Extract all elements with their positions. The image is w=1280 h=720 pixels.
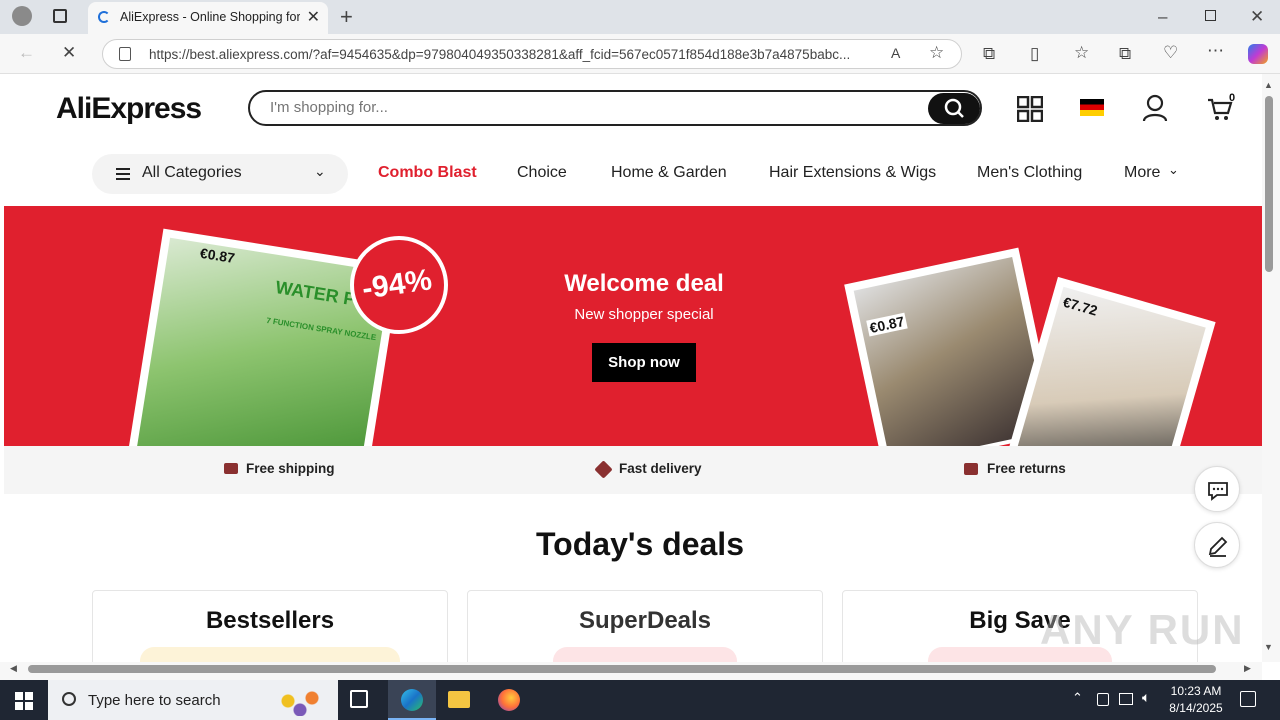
nav-more[interactable]: More xyxy=(1124,164,1160,182)
all-categories-label: All Categories xyxy=(142,164,242,181)
system-clock[interactable]: 10:23 AM 8/14/2025 xyxy=(1160,683,1232,717)
tab-title: AliExpress - Online Shopping for Popular… xyxy=(120,10,300,24)
scroll-up-icon[interactable]: ▲ xyxy=(1264,80,1273,90)
restore-icon[interactable] xyxy=(1205,10,1216,21)
minimize-icon[interactable]: – xyxy=(1158,8,1167,25)
windows-start-icon[interactable] xyxy=(15,692,33,710)
clock-time: 10:23 AM xyxy=(1170,684,1222,698)
favorites-icon[interactable]: ☆ xyxy=(1074,44,1089,61)
extensions-icon[interactable]: ⧉ xyxy=(983,45,995,62)
nav-mens-clothing[interactable]: Men's Clothing xyxy=(977,164,1082,182)
taskbar-search-box[interactable]: Type here to search xyxy=(48,680,338,720)
tab-actions-icon[interactable] xyxy=(53,9,67,23)
horizontal-scroll-thumb[interactable] xyxy=(28,665,1216,673)
scroll-left-icon[interactable]: ◀ xyxy=(10,663,17,674)
aliexpress-logo[interactable]: AliExpress xyxy=(56,92,202,126)
clock-date: 8/14/2025 xyxy=(1169,701,1223,715)
nav-choice[interactable]: Choice xyxy=(517,164,567,182)
file-explorer-icon[interactable] xyxy=(448,691,470,708)
tray-device-icon[interactable] xyxy=(1097,693,1109,706)
taskbar-search-placeholder: Type here to search xyxy=(88,692,221,709)
search-box[interactable] xyxy=(248,90,982,126)
more-chevron-icon: ⌄ xyxy=(1168,162,1179,177)
web-page: AliExpress 0 All Categories ⌄ Combo Blas… xyxy=(4,74,1262,662)
free-shipping-label: Free shipping xyxy=(246,461,335,476)
welcome-deal-banner[interactable]: WATER P 7 FUNCTION SPRAY NOZZLE €0.87 -9… xyxy=(4,206,1262,446)
chat-button[interactable] xyxy=(1194,466,1240,512)
all-categories-button[interactable]: All Categories ⌄ xyxy=(92,154,348,194)
chevron-down-icon: ⌄ xyxy=(314,163,326,179)
nav-combo-blast[interactable]: Combo Blast xyxy=(378,164,477,182)
search-highlight-flowers-icon xyxy=(270,686,330,716)
free-returns-label: Free returns xyxy=(987,461,1066,476)
superdeals-card[interactable]: SuperDeals xyxy=(467,590,823,662)
superdeals-pill[interactable] xyxy=(553,647,737,662)
account-icon[interactable] xyxy=(1142,94,1168,122)
profile-icon[interactable] xyxy=(12,6,32,26)
cart-count-badge: 0 xyxy=(1229,92,1236,104)
scroll-right-icon[interactable]: ▶ xyxy=(1244,663,1251,674)
bestsellers-pill[interactable] xyxy=(140,647,400,662)
search-button[interactable] xyxy=(928,93,980,124)
returns-icon xyxy=(964,463,978,475)
network-icon[interactable] xyxy=(1119,693,1133,705)
back-icon[interactable]: ← xyxy=(18,44,35,61)
shipping-truck-icon xyxy=(224,463,238,474)
search-icon xyxy=(944,98,964,118)
anyrun-watermark: ANY RUN xyxy=(1040,606,1245,653)
collections-icon[interactable]: ⧉ xyxy=(1119,45,1131,62)
bestsellers-title: Bestsellers xyxy=(205,607,335,634)
qr-code-icon[interactable] xyxy=(1016,95,1044,123)
split-screen-icon[interactable]: ▯ xyxy=(1030,45,1039,62)
task-view-icon[interactable] xyxy=(350,690,368,708)
nav-hair-extensions[interactable]: Hair Extensions & Wigs xyxy=(769,164,936,182)
vertical-scroll-thumb[interactable] xyxy=(1265,96,1273,272)
tray-overflow-icon[interactable]: ⌃ xyxy=(1072,690,1083,706)
url-text[interactable]: https://best.aliexpress.com/?af=9454635&… xyxy=(149,47,869,62)
chat-bubble-icon xyxy=(1208,482,1228,501)
massage-gun-product-image[interactable]: €7.72 xyxy=(1008,276,1216,446)
close-window-icon[interactable]: ✕ xyxy=(1250,8,1264,25)
shop-now-button[interactable]: Shop now xyxy=(592,343,696,382)
search-input[interactable] xyxy=(270,99,910,116)
copilot-icon[interactable] xyxy=(1248,44,1268,64)
bestsellers-card[interactable]: Bestsellers xyxy=(92,590,448,662)
scroll-down-icon[interactable]: ▼ xyxy=(1264,642,1273,652)
tab-close-icon[interactable]: ✕ xyxy=(307,7,320,27)
favorite-star-icon[interactable]: ☆ xyxy=(929,44,944,61)
firefox-icon[interactable] xyxy=(498,689,520,711)
germany-flag-icon[interactable] xyxy=(1080,99,1104,116)
settings-more-icon[interactable]: ⋯ xyxy=(1207,42,1224,59)
address-bar[interactable]: https://best.aliexpress.com/?af=9454635&… xyxy=(102,39,962,69)
edge-taskbar-icon[interactable] xyxy=(388,680,436,720)
new-tab-icon[interactable]: + xyxy=(340,6,353,28)
volume-icon[interactable]: 🔈︎ xyxy=(1142,689,1150,706)
nav-home-garden[interactable]: Home & Garden xyxy=(611,164,727,182)
superdeals-title: SuperDeals xyxy=(578,607,712,634)
todays-deals-heading: Today's deals xyxy=(536,526,744,562)
stop-loading-icon[interactable]: ✕ xyxy=(62,44,76,61)
browser-tab-active[interactable]: AliExpress - Online Shopping for Popular… xyxy=(88,2,328,34)
browser-essentials-icon[interactable]: ♡ xyxy=(1163,44,1178,61)
loading-spinner-icon xyxy=(98,11,110,23)
notifications-icon[interactable] xyxy=(1240,691,1256,707)
fast-delivery-label: Fast delivery xyxy=(619,461,702,476)
site-info-icon[interactable] xyxy=(119,47,131,61)
taskbar-search-icon xyxy=(62,692,76,706)
read-aloud-icon[interactable]: A xyxy=(891,46,900,60)
menu-icon xyxy=(116,168,130,180)
